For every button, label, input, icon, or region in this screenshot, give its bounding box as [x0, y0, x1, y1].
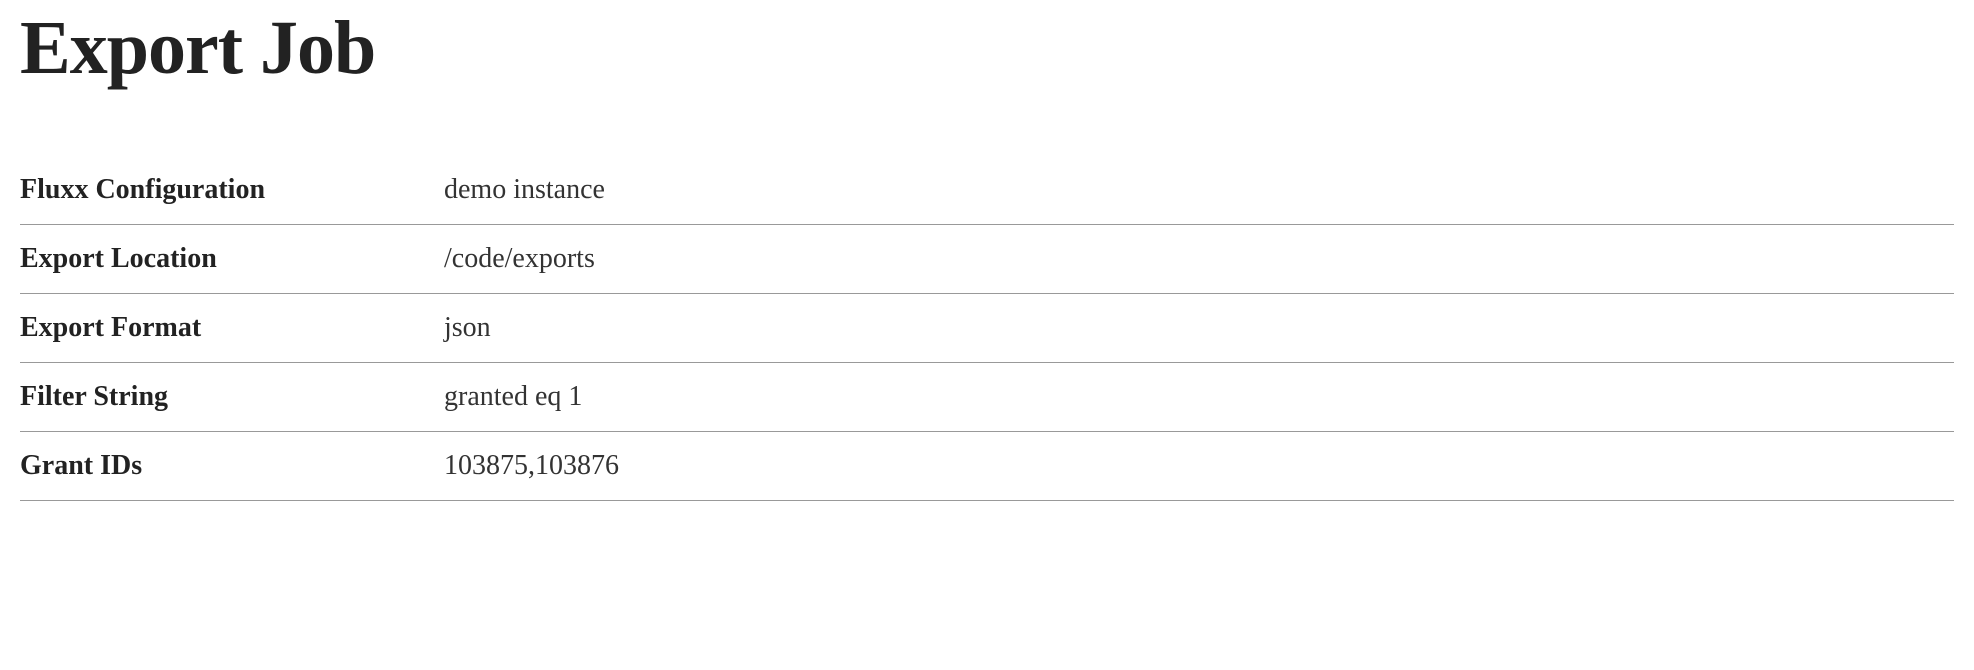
detail-label: Filter String — [20, 363, 444, 432]
detail-label: Fluxx Configuration — [20, 156, 444, 225]
detail-value: granted eq 1 — [444, 363, 1954, 432]
detail-row-fluxx-configuration: Fluxx Configuration demo instance — [20, 156, 1954, 225]
detail-row-export-format: Export Format json — [20, 294, 1954, 363]
detail-value: json — [444, 294, 1954, 363]
detail-table: Fluxx Configuration demo instance Export… — [20, 156, 1954, 501]
detail-row-export-location: Export Location /code/exports — [20, 225, 1954, 294]
detail-value: 103875,103876 — [444, 432, 1954, 501]
detail-row-grant-ids: Grant IDs 103875,103876 — [20, 432, 1954, 501]
detail-label: Export Format — [20, 294, 444, 363]
detail-row-filter-string: Filter String granted eq 1 — [20, 363, 1954, 432]
detail-label: Export Location — [20, 225, 444, 294]
detail-label: Grant IDs — [20, 432, 444, 501]
detail-value: /code/exports — [444, 225, 1954, 294]
detail-value: demo instance — [444, 156, 1954, 225]
page-title: Export Job — [20, 10, 1954, 86]
